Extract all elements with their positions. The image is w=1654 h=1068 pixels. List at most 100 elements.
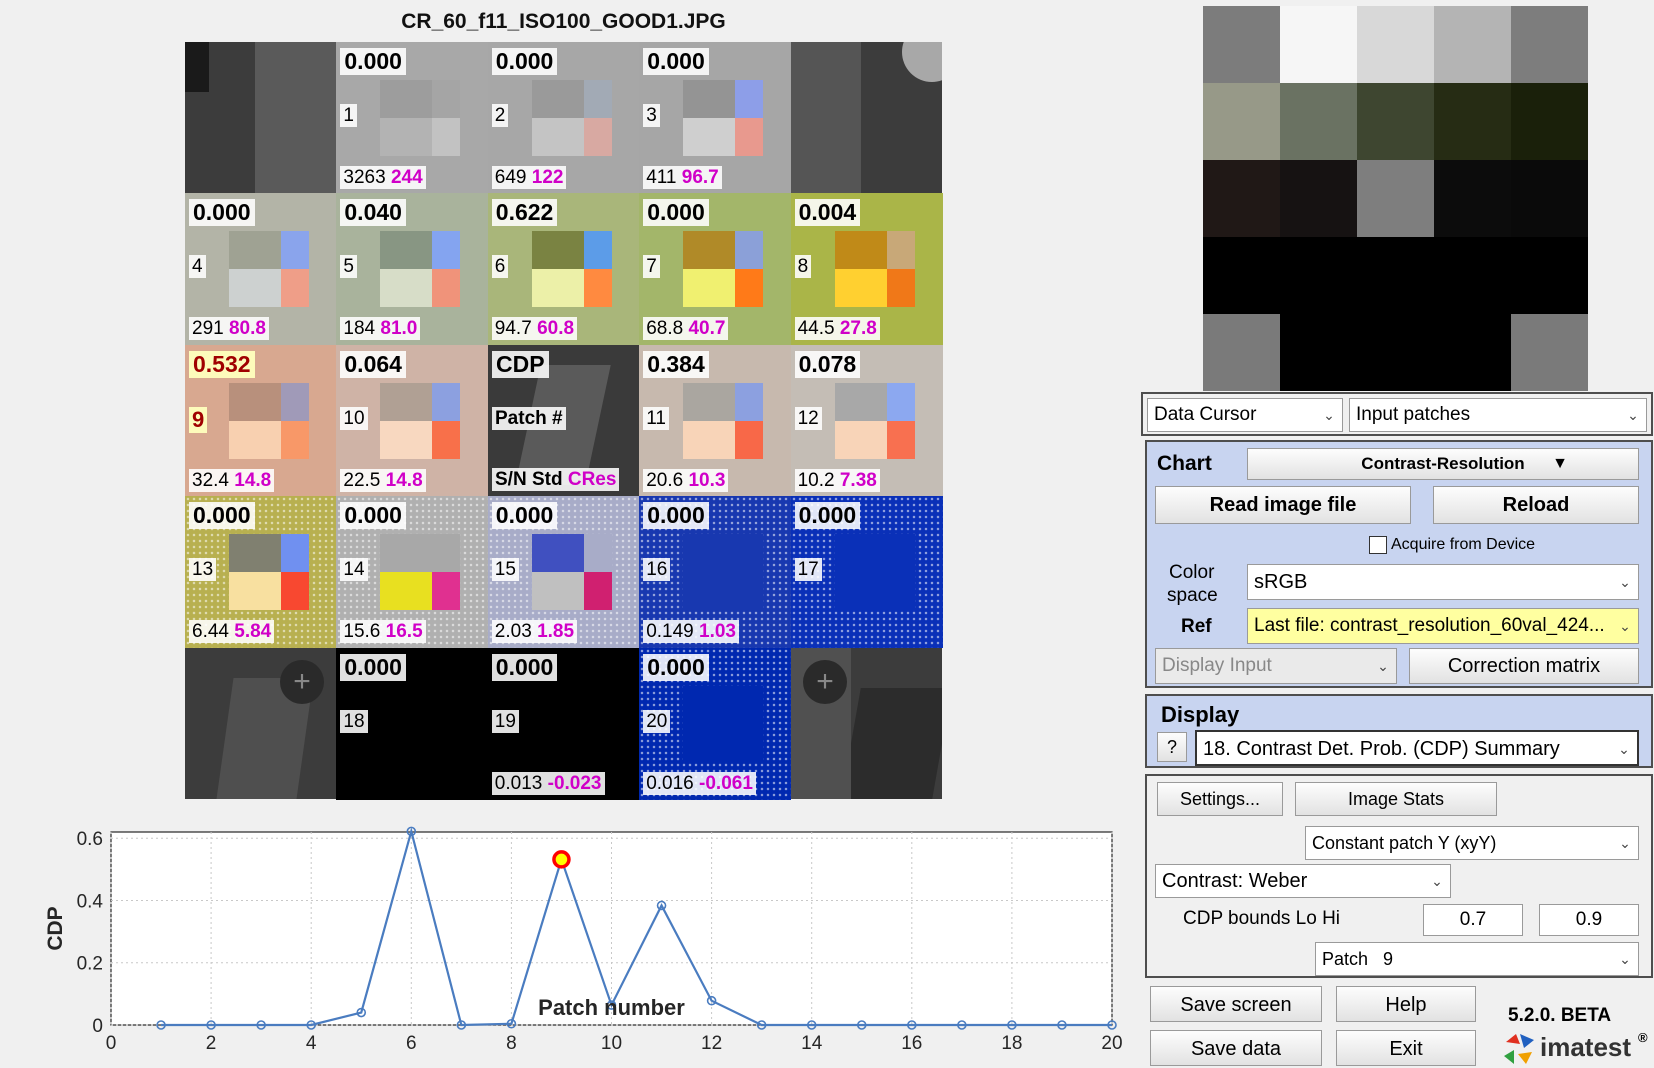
patch-quadrants xyxy=(683,685,764,762)
patch-cell[interactable]: 0.000 17 xyxy=(790,496,943,649)
patch-cell[interactable]: 0.000 14 15.6 16.5 xyxy=(336,496,489,649)
cdp-hi-input[interactable]: 0.9 xyxy=(1539,904,1639,936)
chevron-down-icon: ⌄ xyxy=(1374,649,1392,683)
patch-quadrants xyxy=(380,80,461,156)
quadrant xyxy=(229,534,281,573)
quadrant xyxy=(834,382,887,421)
patch-label: Patch xyxy=(1322,949,1369,969)
patch-grid[interactable]: + + CDP Patch # S/N Std CRes 0.000 1 3263 … xyxy=(185,42,943,800)
display-help-button[interactable]: ? xyxy=(1157,732,1187,762)
patch-cell[interactable]: 0.622 6 94.7 60.8 xyxy=(487,193,640,346)
reload-button[interactable]: Reload xyxy=(1433,486,1639,524)
patch-cres-value: 7.38 xyxy=(839,469,877,491)
x-tick-label: 6 xyxy=(406,1033,417,1054)
imatest-logo-icon xyxy=(1504,1034,1534,1064)
input-patches-value: Input patches xyxy=(1356,404,1471,425)
settings-panel: Settings... Image Stats Constant patch Y… xyxy=(1145,774,1653,978)
patch-quadrants xyxy=(229,382,309,459)
patch-cell[interactable]: 0.000 16 0.149 1.03 xyxy=(639,496,792,649)
patch-cdp-value: 0.000 xyxy=(643,653,709,681)
patch-number: 11 xyxy=(643,406,669,430)
quadrant xyxy=(380,572,433,611)
color-space-select[interactable]: sRGB ⌄ xyxy=(1247,564,1639,600)
patch-number: 15 xyxy=(491,558,519,582)
quadrant xyxy=(531,685,584,724)
acquire-checkbox[interactable] xyxy=(1369,536,1387,554)
chevron-down-icon: ⌄ xyxy=(1616,565,1634,599)
data-cursor-value: Data Cursor xyxy=(1154,404,1257,425)
patch-cres-value: 80.8 xyxy=(228,318,266,340)
patch-sn-value: 411 xyxy=(646,167,677,188)
quadrant xyxy=(281,382,309,421)
patch-cell[interactable]: 0.064 10 22.5 14.8 xyxy=(336,344,489,497)
patch-cell[interactable]: 0.000 15 2.03 1.85 xyxy=(487,496,640,649)
ref-value: Last file: contrast_resolution_60val_424… xyxy=(1254,615,1605,636)
quadrant xyxy=(583,231,612,270)
quadrant xyxy=(531,723,584,762)
read-image-file-button[interactable]: Read image file xyxy=(1155,486,1411,524)
display-input-select[interactable]: Display Input ⌄ xyxy=(1155,648,1397,684)
patch-cdp-value: 0.384 xyxy=(643,350,709,378)
patch-cres-value: 122 xyxy=(531,167,564,188)
registration-corner-bl: + xyxy=(185,648,336,799)
cdp-lo-input[interactable]: 0.7 xyxy=(1423,904,1523,936)
patch-cell[interactable]: 0.040 5 184 81.0 xyxy=(336,193,489,346)
quadrant xyxy=(281,534,309,573)
patch-sn-cres: 2.03 1.85 xyxy=(491,620,578,644)
quadrant xyxy=(432,382,461,421)
patch-cell[interactable]: 0.000 2 649 122 xyxy=(487,42,640,194)
help-button[interactable]: Help xyxy=(1336,986,1476,1022)
patch-cell[interactable]: 0.000 1 3263 244 xyxy=(336,42,489,194)
quadrant xyxy=(683,685,736,724)
patch-cell[interactable]: 0.004 8 44.5 27.8 xyxy=(790,193,943,346)
legend-sn: S/N Std CRes xyxy=(492,468,620,491)
patch-cell[interactable]: 0.000 3 411 96.7 xyxy=(639,42,792,194)
swatch-square xyxy=(1434,83,1511,160)
settings-button[interactable]: Settings... xyxy=(1157,782,1283,816)
input-patches-select[interactable]: Input patches ⌄ xyxy=(1349,398,1647,432)
x-tick-label: 14 xyxy=(801,1033,823,1054)
patch-cell[interactable]: 0.000 19 0.013 -0.023 xyxy=(487,647,640,800)
constant-patch-select[interactable]: Constant patch Y (xyY) ⌄ xyxy=(1305,826,1639,860)
save-data-button[interactable]: Save data xyxy=(1150,1030,1322,1066)
patch-sn-value: 0.149 xyxy=(646,621,694,643)
patch-cell[interactable]: 0.000 4 291 80.8 xyxy=(185,193,337,346)
x-tick-label: 2 xyxy=(206,1033,217,1054)
patch-cell[interactable]: 0.000 20 0.016 -0.061 xyxy=(639,647,792,800)
patch-select[interactable]: Patch 9 ⌄ xyxy=(1315,942,1639,976)
patch-cres-value: 96.7 xyxy=(681,167,719,188)
data-cursor-select[interactable]: Data Cursor ⌄ xyxy=(1147,398,1343,432)
chevron-down-icon: ⌄ xyxy=(1616,609,1634,643)
patch-cell[interactable]: 0.532 9 32.4 14.8 xyxy=(185,344,337,497)
patch-cell[interactable]: 0.384 11 20.6 10.3 xyxy=(639,344,792,497)
contrast-select[interactable]: Contrast: Weber ⌄ xyxy=(1155,864,1451,898)
exit-button[interactable]: Exit xyxy=(1336,1030,1476,1066)
patch-sn-cres: 15.6 16.5 xyxy=(340,620,426,644)
patch-cell[interactable]: 0.000 13 6.44 5.84 xyxy=(185,496,337,649)
x-tick-label: 8 xyxy=(506,1033,517,1054)
patch-cell[interactable]: 0.078 12 10.2 7.38 xyxy=(790,344,943,497)
patch-cres-value: 10.3 xyxy=(688,469,726,491)
correction-matrix-button[interactable]: Correction matrix xyxy=(1409,648,1639,684)
patch-cdp-value: 0.000 xyxy=(340,48,406,75)
ref-select[interactable]: Last file: contrast_resolution_60val_424… xyxy=(1247,608,1639,644)
swatch-square xyxy=(1280,83,1357,160)
quadrant xyxy=(229,382,281,421)
patch-sn-value: 15.6 xyxy=(343,621,381,643)
quadrant xyxy=(834,269,887,308)
quadrant xyxy=(432,269,461,308)
quadrant xyxy=(886,231,915,270)
chart-type-select[interactable]: Contrast-Resolution ▼ xyxy=(1247,448,1639,480)
quadrant xyxy=(683,118,736,156)
patch-cdp-value: 0.000 xyxy=(491,653,558,681)
display-select[interactable]: 18. Contrast Det. Prob. (CDP) Summary ⌄ xyxy=(1195,730,1639,766)
patch-number: 5 xyxy=(340,255,357,279)
quadrant xyxy=(281,572,309,611)
patch-cell[interactable]: 0.000 7 68.8 40.7 xyxy=(639,193,792,346)
patch-cell[interactable]: 0.000 18 xyxy=(336,647,489,800)
save-screen-button[interactable]: Save screen xyxy=(1150,986,1322,1022)
swatch-square xyxy=(1511,83,1588,160)
image-stats-button[interactable]: Image Stats xyxy=(1295,782,1497,816)
constant-patch-value: Constant patch Y (xyY) xyxy=(1312,833,1497,853)
swatch-square xyxy=(1357,83,1434,160)
